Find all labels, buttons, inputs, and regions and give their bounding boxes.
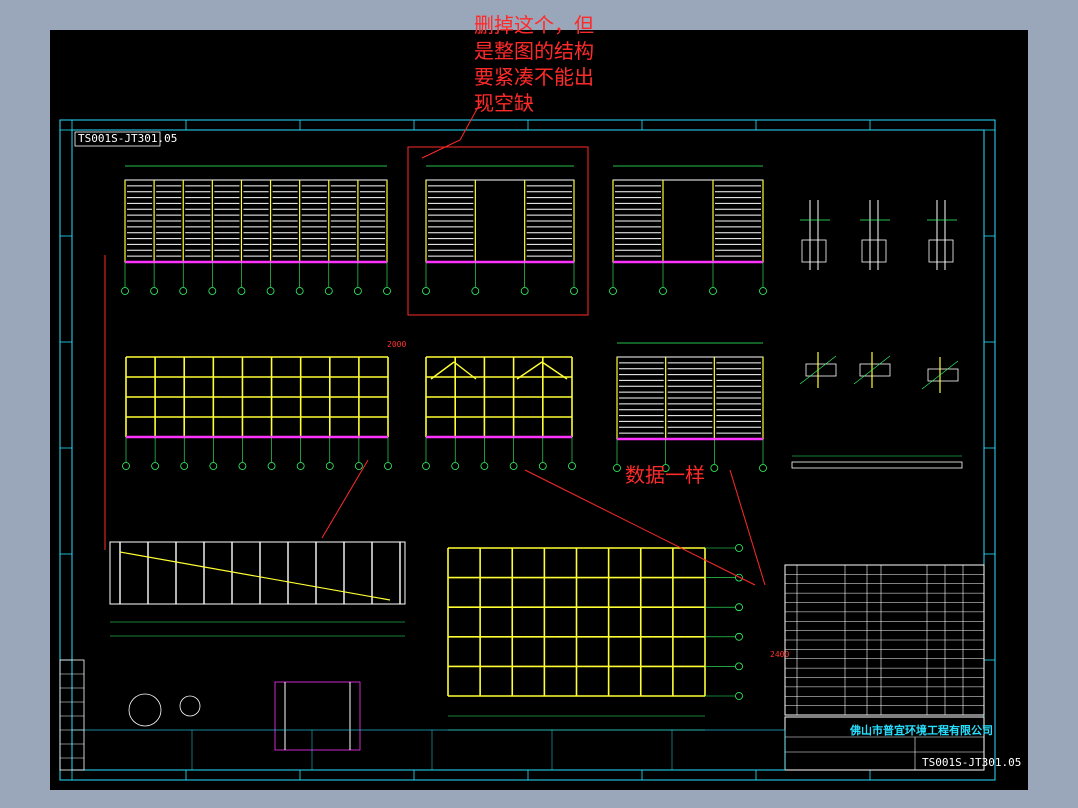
section-detail [274,681,361,751]
axis-bubble [295,287,304,295]
axis-bubble [422,462,430,470]
leader-line-top-note [421,99,483,159]
axis-bubble [422,287,430,295]
drawing-number: TS001S-JT301.05 [922,756,1022,769]
axis-bubble [759,287,767,295]
axis-bubble [266,287,275,295]
elevation-view-2 [422,165,578,295]
axis-bubble [659,287,667,295]
axis-bubble [735,544,743,552]
long-member-detail [791,461,963,469]
axis-bubble [613,464,621,472]
joint-plate [927,368,959,382]
bill-of-materials-table [784,564,985,716]
axis-bubble [735,662,743,671]
axis-bubble [122,462,130,470]
axis-bubble [238,462,247,470]
elevation-view-3 [609,165,767,295]
axis-bubble [267,462,276,470]
cad-drawing-canvas[interactable]: 删掉这个，但 是整图的结构 要紧凑不能出 现空缺 数据一样 TS001S-JT3… [50,13,1028,790]
dimension-2400: 2400 [770,650,790,659]
joint-plate [805,363,837,377]
axis-bubble [121,287,129,295]
axis-bubble [759,464,767,472]
title-block [71,716,985,771]
axis-bubble [383,287,391,295]
diagonal-brace [119,551,391,601]
axis-bubble [709,287,717,295]
detail-views [791,200,963,469]
axis-bubble [325,462,334,470]
leader-line-mid-3 [729,469,766,586]
axis-bubble [735,573,743,582]
frame-view-2 [422,356,576,470]
axis-bubble [179,287,188,295]
annotation-delete-note: 删掉这个，但 是整图的结构 要紧凑不能出 现空缺 [474,13,594,115]
detail-footing [928,239,954,263]
axis-bubble [451,462,460,470]
joint-plate [859,363,891,377]
dimension-2000: 2000 [387,340,407,349]
corner-drawing-code: TS001S-JT301.05 [78,132,178,145]
drawing-sheet [59,99,996,781]
axis-bubble [735,603,743,612]
leader-line-mid-1 [321,459,369,539]
axis-bubble [180,462,189,470]
deletion-box [407,146,589,316]
plan-grid-view [447,544,743,731]
frame-view-1 [122,356,392,470]
axis-bubble [520,287,529,295]
axis-bubble [151,462,160,470]
axis-bubble [568,462,576,470]
grid-ticks [60,120,995,780]
axis-bubble [384,462,392,470]
title-strip [71,729,786,771]
axis-bubble [354,462,363,470]
round-detail [179,695,201,717]
axis-bubble [735,692,743,700]
detail-footing [801,239,827,263]
round-detail [128,693,162,727]
axis-bubble [208,287,217,295]
roof-plan-view [109,541,406,637]
axis-bubble [237,287,246,295]
inner-border [71,129,985,771]
axis-bubble [609,287,617,295]
elevation-view-4 [613,342,767,472]
company-name: 佛山市普宜环境工程有限公司 [850,724,993,737]
elevation-view-1 [121,165,391,295]
axis-bubble [324,287,333,295]
axis-bubble [296,462,305,470]
axis-bubble [471,287,480,295]
axis-bubble [353,287,362,295]
detail-footing [861,239,887,263]
axis-bubble [538,462,547,470]
axis-bubble [710,464,719,472]
annotation-same-data-note: 数据一样 [625,463,705,487]
axis-bubble [509,462,518,470]
axis-bubble [209,462,218,470]
axis-bubble [480,462,489,470]
axis-bubble [150,287,159,295]
small-detail-views [128,681,361,751]
axis-bubble [570,287,578,295]
outer-border [59,119,996,781]
axis-bubble [735,632,743,641]
